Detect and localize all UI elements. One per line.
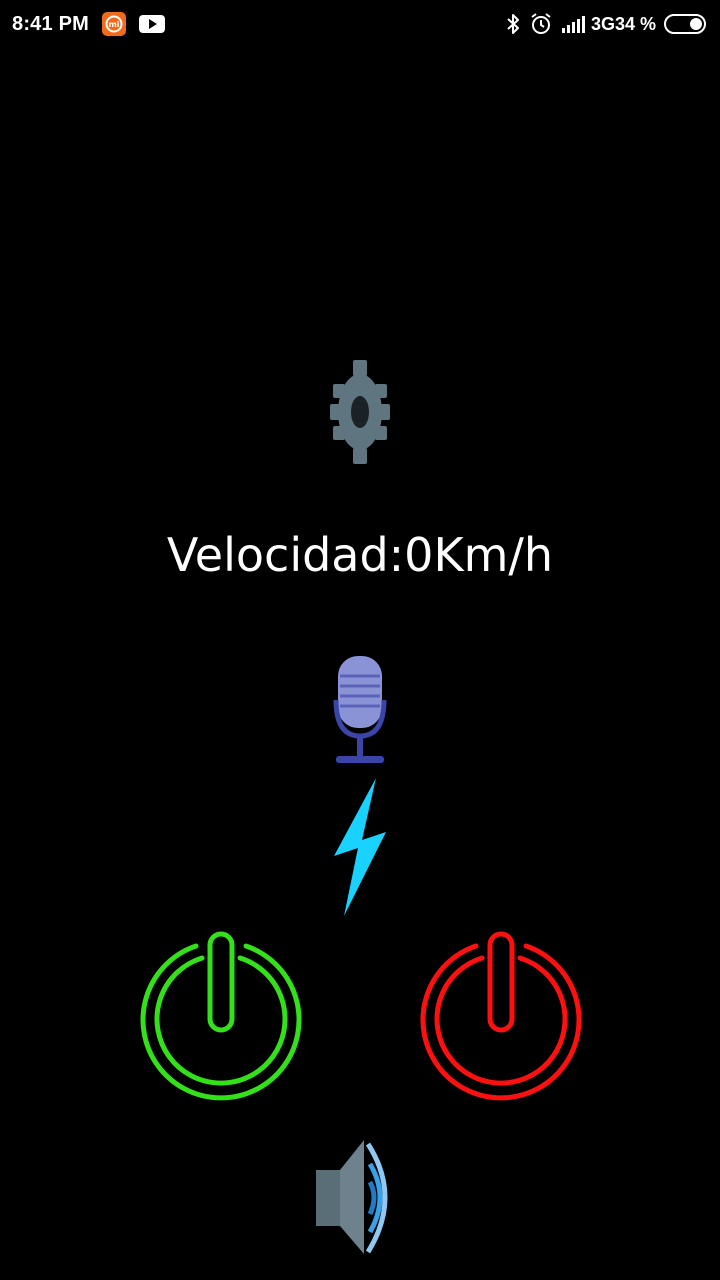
app-screen: 8:41 PM mi 3G 34 % Velocidad:0Km/h [0,0,720,1280]
speaker-icon[interactable] [314,1134,406,1260]
status-left: 8:41 PM mi [12,11,165,37]
signal-icon [561,16,585,33]
bluetooth-icon [507,14,519,34]
gear-icon[interactable] [330,360,390,464]
power-on-button[interactable] [138,928,304,1112]
network-type: 3G [590,13,615,34]
youtube-icon [139,15,165,33]
battery-icon [664,14,706,34]
power-off-button[interactable] [418,928,584,1112]
power-on-icon [140,931,302,1101]
power-off-icon [420,931,582,1101]
lightning-icon[interactable] [332,776,388,918]
battery-percent: 34 % [614,13,656,34]
speed-label: Velocidad:0Km/h [166,528,554,582]
alarm-icon [531,13,551,34]
microphone-icon[interactable] [332,654,388,766]
status-time: 8:41 PM [12,12,89,35]
status-bar: 8:41 PM mi 3G 34 % [0,0,720,48]
status-right: 3G 34 % [497,12,708,36]
svg-text:mi: mi [108,20,119,29]
mi-app-icon: mi [102,12,126,36]
